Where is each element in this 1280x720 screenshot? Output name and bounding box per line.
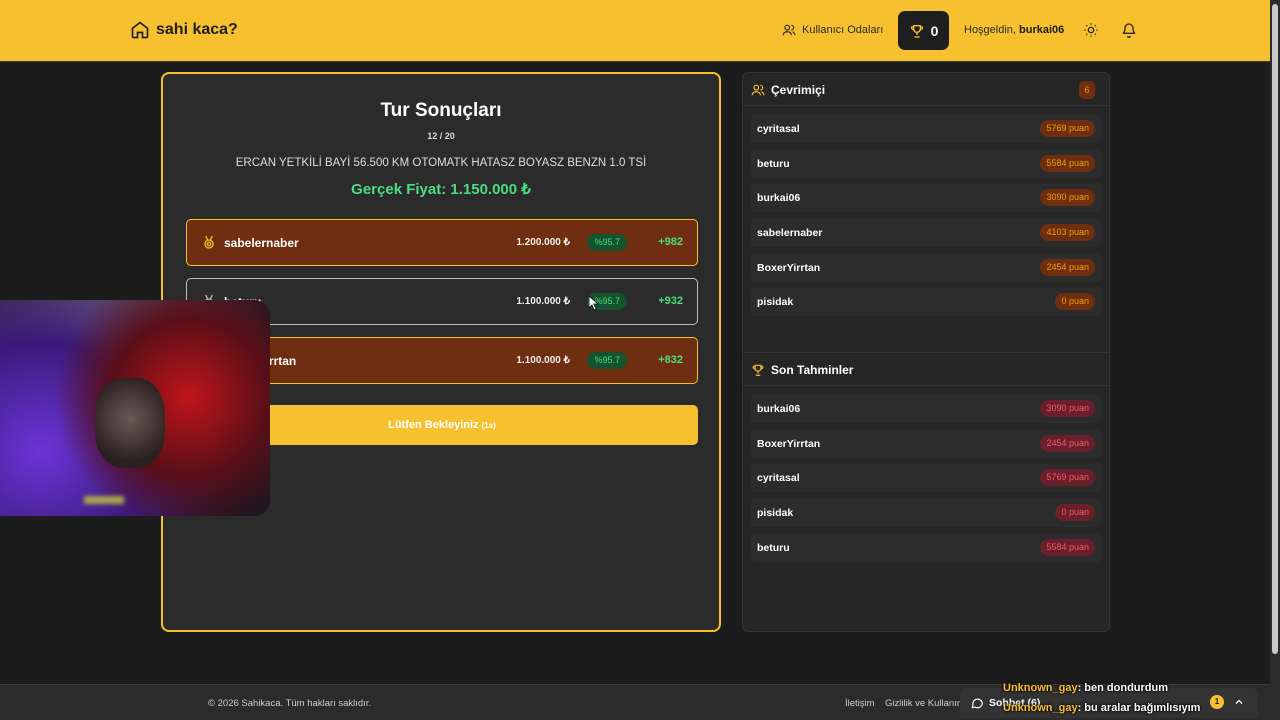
recent-title: Son Tahminler [771,363,854,377]
mouse-cursor-icon [589,296,599,310]
car-description: ERCAN YETKİLİ BAYİ 56.500 KM OTOMATK HAT… [235,157,647,169]
side-panel: Çevrimiçi 6 cyritasal 5769 puan beturu 558… [742,72,1110,632]
result-row: sabelernaber 1.200.000 ₺ %95.7 +982 [186,219,698,266]
trophy-icon [910,24,923,38]
recent-user-row[interactable]: burkai06 3090 puan [751,394,1101,423]
online-header: Çevrimiçi [751,83,825,97]
users-icon [782,24,796,36]
user-name: burkai06 [757,403,801,415]
user-points: 0 puan [1055,293,1095,310]
user-rooms-link[interactable]: Kullanıcı Odaları [782,23,883,37]
trophy-count: 0 [930,22,939,39]
online-user-row[interactable]: cyritasal 5769 puan [751,114,1101,143]
wait-label: Lütfen Bekleyiniz [388,419,479,431]
online-user-row[interactable]: sabelernaber 4103 puan [751,218,1101,247]
chat-bubble-icon [971,698,983,709]
webcam-light [84,496,124,504]
user-name: burkai06 [757,192,801,204]
divider [743,105,1109,106]
copyright: © 2026 Sahikaca. Tüm hakları saklıdır. [208,698,372,709]
recent-user-row[interactable]: cyritasal 5769 puan [751,463,1101,492]
user-rooms-label: Kullanıcı Odaları [802,24,884,36]
online-title: Çevrimiçi [771,83,826,97]
logo-link[interactable]: sahi kaca? [130,20,238,40]
online-user-row[interactable]: burkai06 3090 puan [751,183,1101,212]
result-accuracy: %95.7 [587,352,627,369]
user-name: pisidak [757,507,794,519]
result-name: sabelernaber [224,236,299,250]
logo-text: sahi kaca? [156,21,238,38]
result-gain: +832 [658,354,683,366]
trophy-button[interactable]: 0 [898,11,949,50]
user-points: 4103 puan [1040,224,1095,241]
user-points: 3090 puan [1040,189,1095,206]
top-header: sahi kaca? Kullanıcı Odaları 0 Hoşgeldin… [0,0,1270,62]
chat-message: Unknown_gay: bu aralar bağımlısıyım [1003,702,1200,714]
online-user-row[interactable]: beturu 5584 puan [751,149,1101,178]
home-icon [131,21,149,39]
online-user-row[interactable]: BoxerYirrtan 2454 puan [751,253,1101,282]
result-price: 1.200.000 ₺ [516,237,570,248]
greeting-prefix: Hoşgeldin, [964,24,1016,36]
bell-icon[interactable] [1121,22,1137,38]
chat-user: Unknown_gay [1003,702,1078,714]
chat-text: : bu aralar bağımlısıyım [1077,702,1201,714]
user-points: 5584 puan [1040,155,1095,172]
result-price: 1.100.000 ₺ [516,296,570,307]
chevron-up-icon[interactable] [1233,696,1245,708]
trophy-icon [752,364,764,376]
user-name: cyritasal [757,123,800,135]
medal-icon [204,235,214,249]
chat-message: Unknown_gay: ben dondurdum [1003,682,1168,694]
webcam-face [95,378,165,468]
users-icon [751,84,765,96]
webcam-overlay [0,300,270,516]
round-indicator: 12 / 20 [427,131,455,141]
recent-header: Son Tahminler [751,363,853,377]
user-points: 2454 puan [1040,259,1095,276]
contact-link[interactable]: İletişim [845,698,875,709]
scrollbar[interactable] [1270,0,1280,720]
recent-user-row[interactable]: pisidak 0 puan [751,498,1101,527]
user-name: beturu [757,158,790,170]
sun-icon[interactable] [1083,22,1099,38]
result-price: 1.100.000 ₺ [516,355,570,366]
greeting: Hoşgeldin, burkai06 [964,24,1064,36]
result-gain: +932 [658,295,683,307]
wait-timer: (1s) [481,421,496,430]
results-title: Tur Sonuçları [380,100,502,121]
user-name: BoxerYirrtan [757,262,821,274]
greeting-username: burkai06 [1019,24,1065,36]
result-accuracy: %95.7 [587,234,627,251]
divider [743,385,1109,386]
result-gain: +982 [658,236,683,248]
user-name: pisidak [757,296,794,308]
actual-price: Gerçek Fiyat: 1.150.000 ₺ [351,181,531,198]
online-count-badge: 6 [1079,81,1095,99]
user-name: sabelernaber [757,227,823,239]
chat-text: : ben dondurdum [1077,682,1169,694]
chat-unread-badge: 1 [1210,695,1224,709]
chat-user: Unknown_gay [1003,682,1078,694]
recent-user-row[interactable]: BoxerYirrtan 2454 puan [751,429,1101,458]
user-name: cyritasal [757,472,800,484]
user-points: 3090 puan [1040,400,1095,417]
user-name: beturu [757,542,790,554]
online-user-row[interactable]: pisidak 0 puan [751,287,1101,316]
user-points: 0 puan [1055,504,1095,521]
scrollbar-thumb[interactable] [1272,4,1278,654]
privacy-link[interactable]: Gizlilik ve Kullanım [885,698,965,709]
user-name: BoxerYirrtan [757,438,821,450]
divider [743,352,1109,353]
user-points: 2454 puan [1040,435,1095,452]
user-points: 5769 puan [1040,469,1095,486]
user-points: 5769 puan [1040,120,1095,137]
user-points: 5584 puan [1040,539,1095,556]
recent-user-row[interactable]: beturu 5584 puan [751,533,1101,562]
